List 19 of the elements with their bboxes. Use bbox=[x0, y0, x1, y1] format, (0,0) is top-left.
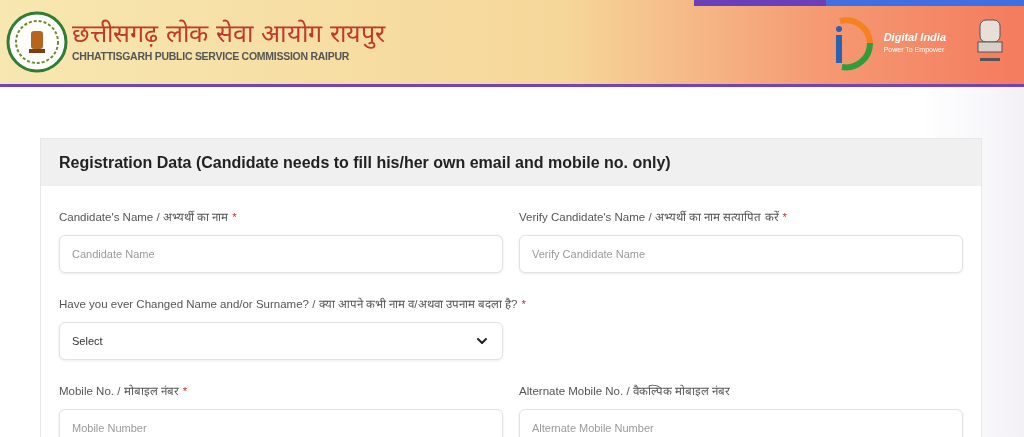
text-field[interactable]: Candidate Name bbox=[59, 235, 503, 273]
field-label: Alternate Mobile No. / वैकल्पिक मोबाइल नंबर bbox=[519, 383, 731, 400]
field-label: Have you ever Changed Name and/or Surname? / क्या आपने कभी नाम व/अथवा उपनाम बदला है? bbox=[59, 296, 518, 313]
site-title-hindi: छत्तीसगढ़ लोक सेवा आयोग रायपुर bbox=[72, 19, 385, 50]
site-title-english: CHHATTISGARH PUBLIC SERVICE COMMISSION RAIPUR bbox=[72, 49, 351, 65]
text-field[interactable]: Verify Candidate Name bbox=[519, 235, 963, 273]
required-asterisk: * bbox=[232, 210, 237, 226]
required-asterisk: * bbox=[521, 297, 526, 313]
required-asterisk: * bbox=[182, 384, 188, 400]
text-field[interactable]: Mobile Number bbox=[59, 409, 503, 437]
emblem-logo-icon bbox=[6, 11, 68, 73]
field-label: Verify Candidate's Name / अभ्यर्थी का नाम सत्यापित करें bbox=[519, 209, 779, 226]
required-asterisk: * bbox=[782, 210, 788, 226]
select-field[interactable]: Select bbox=[59, 322, 503, 360]
field-label: Mobile No. / मोबाइल नंबर bbox=[59, 383, 179, 400]
field-label: Candidate's Name / अभ्यर्थी का नाम bbox=[59, 209, 229, 226]
text-field[interactable]: Alternate Mobile Number bbox=[519, 409, 963, 437]
digital-india-name: Digital India bbox=[883, 29, 946, 45]
card-title: Registration Data (Candidate needs to fill his/her own email and mobile no. only) bbox=[59, 152, 671, 173]
